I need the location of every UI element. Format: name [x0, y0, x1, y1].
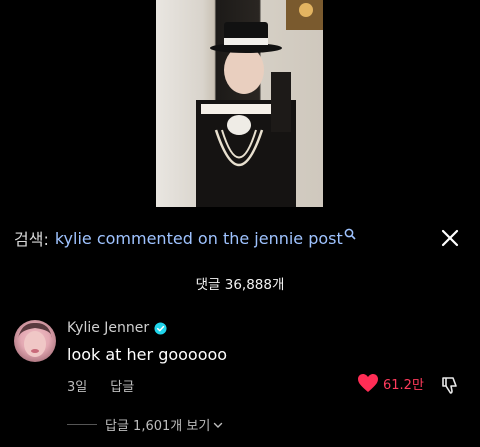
divider-line [67, 424, 97, 425]
post-image[interactable] [156, 0, 323, 207]
avatar-illustration [18, 322, 52, 357]
search-icon[interactable] [344, 228, 356, 240]
reply-button[interactable]: 답글 [110, 376, 134, 395]
verified-badge-icon [154, 321, 167, 335]
view-replies-label[interactable]: 답글 1,601개 보기 [105, 415, 210, 434]
search-query-link[interactable]: kylie commented on the jennie post [55, 229, 343, 248]
comment-time: 3일 [67, 380, 88, 395]
avatar[interactable] [14, 320, 56, 362]
heart-icon[interactable] [357, 373, 379, 393]
search-bar[interactable]: 검색: kylie commented on the jennie post [14, 226, 466, 250]
close-icon[interactable] [440, 228, 460, 248]
comment-text: look at her goooooo [67, 345, 228, 364]
comment-count: 댓글 36,888개 [195, 277, 285, 293]
username-label[interactable]: Kylie Jenner [67, 320, 149, 336]
search-prefix-label: 검색: [14, 230, 49, 249]
thumbs-down-icon[interactable] [440, 375, 460, 395]
comment-author[interactable]: Kylie Jenner [67, 320, 167, 336]
comment-meta: 3일 답글 [67, 376, 134, 395]
chevron-down-icon [214, 422, 223, 428]
like-count: 61.2만 [383, 377, 424, 393]
like-button[interactable]: 61.2만 [357, 373, 424, 393]
view-replies-button[interactable]: 답글 1,601개 보기 [67, 415, 223, 434]
post-image-illustration [196, 0, 323, 207]
